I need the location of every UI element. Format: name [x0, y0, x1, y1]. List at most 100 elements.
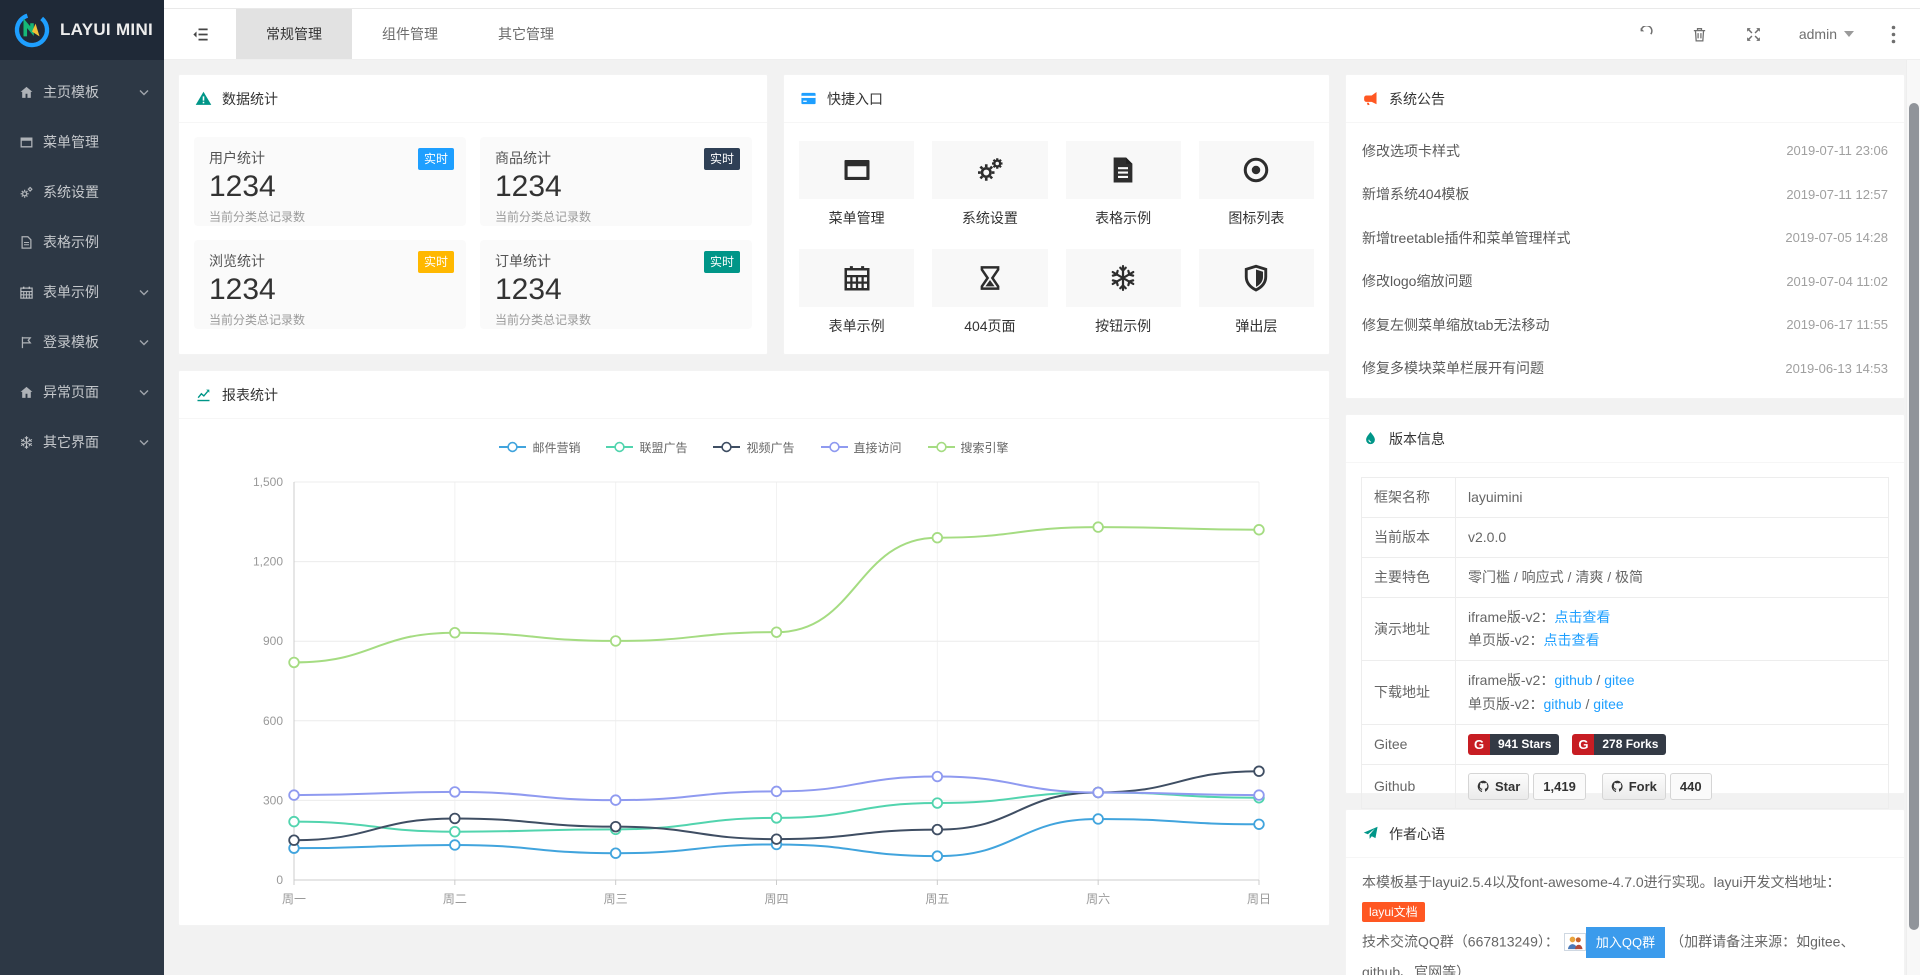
svg-text:1,200: 1,200	[253, 555, 283, 569]
svg-text:周五: 周五	[925, 892, 949, 906]
panel-title: 报表统计	[222, 385, 278, 405]
shortcut-form-examples[interactable]: 表单示例	[799, 249, 914, 336]
stat-value: 1234	[495, 169, 737, 205]
shrink-menu-icon	[191, 25, 210, 44]
legend-item[interactable]: 联盟广告	[606, 439, 687, 456]
row-label: 当前版本	[1362, 518, 1456, 558]
status-badge: 实时	[704, 251, 740, 273]
stat-desc: 当前分类总记录数	[495, 208, 737, 225]
table-row: 下载地址 iframe版-v2：github / gitee 单页版-v2：gi…	[1362, 661, 1889, 724]
svg-text:0: 0	[276, 873, 283, 887]
sidebar-item-error-pages[interactable]: 异常页面	[0, 367, 164, 417]
stat-title: 订单统计	[495, 251, 737, 271]
download-gitee-link[interactable]: gitee	[1593, 696, 1623, 712]
shortcut-menu-management[interactable]: 菜单管理	[799, 141, 914, 228]
list-item: 修复左侧菜单缩放tab无法移动 2019-06-17 11:55	[1362, 303, 1888, 347]
sidebar-item-home-templates[interactable]: 主页模板	[0, 67, 164, 117]
sidebar-item-table-examples[interactable]: 表格示例	[0, 217, 164, 267]
panel-header: 系统公告	[1346, 75, 1904, 123]
svg-text:周日: 周日	[1247, 892, 1271, 906]
window-icon	[842, 155, 872, 185]
gitee-logo: G	[1468, 734, 1490, 755]
shortcut-icon-list[interactable]: 图标列表	[1199, 141, 1314, 228]
scrollbar-thumb[interactable]	[1909, 103, 1919, 930]
collapse-sidebar-button[interactable]	[164, 9, 236, 59]
chevron-down-icon	[139, 439, 149, 446]
panel-header: 版本信息	[1346, 415, 1904, 463]
data-statistics-panel: 数据统计 用户统计 1234 当前分类总记录数 实时 商品统计 1234 当前分…	[178, 74, 768, 355]
join-qq-group-button[interactable]: 加入QQ群	[1564, 927, 1665, 958]
panel-title: 快捷入口	[827, 89, 883, 109]
list-item: 修改选项卡样式 2019-07-11 23:06	[1362, 129, 1888, 173]
sidebar-item-menu-management[interactable]: 菜单管理	[0, 117, 164, 167]
download-github-link[interactable]: github	[1554, 672, 1592, 688]
github-star-count[interactable]: 1,419	[1533, 773, 1586, 800]
shortcut-popup-layer[interactable]: 弹出层	[1199, 249, 1314, 336]
app-logo[interactable]: LAYUI MINI	[0, 0, 164, 60]
droplet-icon	[1362, 430, 1379, 447]
stat-desc: 当前分类总记录数	[495, 311, 737, 328]
legend-item[interactable]: 搜索引擎	[928, 439, 1009, 456]
tab-label: 组件管理	[382, 24, 438, 44]
row-label: 主要特色	[1362, 558, 1456, 598]
github-badges: Star 1,419 Fork 440	[1456, 764, 1889, 808]
sidebar-item-system-settings[interactable]: 系统设置	[0, 167, 164, 217]
shortcut-404-page[interactable]: 404页面	[932, 249, 1047, 336]
sidebar-item-other-pages[interactable]: 其它界面	[0, 417, 164, 467]
username: admin	[1799, 26, 1837, 42]
gitee-forks-badge[interactable]: G278 Forks	[1572, 734, 1666, 755]
sidebar-item-label: 主页模板	[43, 82, 99, 102]
stat-card-products: 商品统计 1234 当前分类总记录数 实时	[480, 137, 752, 226]
shortcut-system-settings[interactable]: 系统设置	[932, 141, 1047, 228]
demo-spa-link[interactable]: 点击查看	[1543, 632, 1599, 648]
tab-general-management[interactable]: 常规管理	[236, 9, 352, 59]
trash-icon	[1691, 26, 1708, 43]
table-row: 主要特色 零门槛 / 响应式 / 清爽 / 极简	[1362, 558, 1889, 598]
chart-legend: 邮件营销 联盟广告 视频广告 直接访问 搜索引擎	[194, 428, 1314, 466]
panel-title: 数据统计	[222, 89, 278, 109]
tab-other-management[interactable]: 其它管理	[468, 9, 584, 59]
more-menu-button[interactable]	[1891, 25, 1896, 44]
row-label: 下载地址	[1362, 661, 1456, 724]
download-github-link[interactable]: github	[1543, 696, 1581, 712]
stat-desc: 当前分类总记录数	[209, 311, 451, 328]
row-label: 演示地址	[1362, 598, 1456, 661]
legend-symbol	[928, 441, 955, 453]
demo-iframe-link[interactable]: 点击查看	[1554, 609, 1610, 625]
sidebar-item-form-examples[interactable]: 表单示例	[0, 267, 164, 317]
shortcut-table-examples[interactable]: 表格示例	[1066, 141, 1181, 228]
sidebar-item-label: 登录模板	[43, 332, 99, 352]
top-header: 常规管理 组件管理 其它管理 admin	[164, 0, 1920, 60]
github-fork-count[interactable]: 440	[1670, 773, 1712, 800]
table-row: 框架名称 layuimini	[1362, 478, 1889, 518]
gitee-stars-badge[interactable]: G941 Stars	[1468, 734, 1559, 755]
chart-body: 邮件营销联盟广告视频广告直接访问搜索引擎 03006009001,2001,50…	[179, 419, 1329, 918]
github-fork-button[interactable]: Fork	[1602, 773, 1666, 800]
refresh-button[interactable]	[1637, 26, 1654, 43]
clear-cache-button[interactable]	[1691, 26, 1708, 43]
stat-desc: 当前分类总记录数	[209, 208, 451, 225]
legend-label: 邮件营销	[532, 439, 580, 456]
tab-component-management[interactable]: 组件管理	[352, 9, 468, 59]
user-menu[interactable]: admin	[1799, 26, 1854, 42]
author-line1: 本模板基于layui2.5.4以及font-awesome-4.7.0进行实现。…	[1362, 874, 1840, 890]
github-star-button[interactable]: Star	[1468, 773, 1529, 800]
legend-item[interactable]: 邮件营销	[499, 439, 580, 456]
home-icon	[19, 85, 34, 100]
status-badge: 实时	[418, 251, 454, 273]
sidebar-item-login-templates[interactable]: 登录模板	[0, 317, 164, 367]
chevron-down-icon	[139, 89, 149, 96]
stat-value: 1234	[209, 169, 451, 205]
framework-name: layuimini	[1456, 478, 1889, 518]
legend-symbol	[606, 441, 633, 453]
legend-item[interactable]: 视频广告	[713, 439, 794, 456]
shortcuts-grid: 菜单管理 系统设置 表格示例 图标列表	[784, 123, 1329, 336]
legend-item[interactable]: 直接访问	[821, 439, 902, 456]
fullscreen-button[interactable]	[1745, 26, 1762, 43]
download-gitee-link[interactable]: gitee	[1604, 672, 1634, 688]
calendar-icon	[842, 263, 872, 293]
layui-doc-badge[interactable]: layui文档	[1362, 902, 1425, 922]
shortcut-button-examples[interactable]: 按钮示例	[1066, 249, 1181, 336]
svg-text:周一: 周一	[282, 892, 306, 906]
system-notice-panel: 系统公告 修改选项卡样式 2019-07-11 23:06 新增系统404模板 …	[1345, 74, 1905, 399]
